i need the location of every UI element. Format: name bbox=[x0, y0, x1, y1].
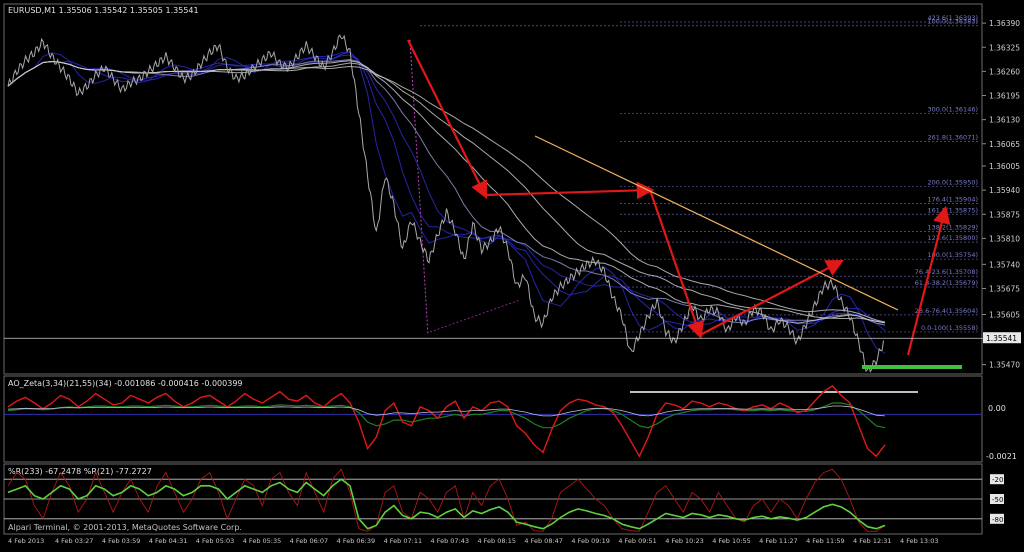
wpr-level-label: -20 bbox=[992, 476, 1003, 484]
x-tick-label: 4 Feb 05:35 bbox=[243, 537, 282, 545]
x-tick-label: 4 Feb 11:27 bbox=[759, 537, 798, 545]
fibo-label: 61.8-38.2(1.35679) bbox=[915, 279, 978, 287]
ao-title: AO_Zeta(3,34)(21,55)(34) -0.001086 -0.00… bbox=[8, 379, 243, 388]
x-tick-label: 4 Feb 10:55 bbox=[712, 537, 751, 545]
x-tick-label: 4 Feb 07:43 bbox=[431, 537, 470, 545]
fibo-label: 176.4(1.35904) bbox=[927, 196, 978, 204]
y-tick-label: 1.36390 bbox=[989, 19, 1020, 28]
ao-min-label: -0.0021 bbox=[986, 452, 1017, 461]
fibo-label: 200.0(1.35950) bbox=[927, 178, 978, 186]
y-tick-label: 1.36260 bbox=[989, 67, 1020, 76]
x-tick-label: 4 Feb 09:51 bbox=[618, 537, 657, 545]
x-axis-ticks: 4 Feb 2013 4 Feb 03:27 4 Feb 03:59 4 Feb 04… bbox=[8, 537, 939, 545]
trend-arrow bbox=[484, 181, 655, 200]
wpr-fast-line bbox=[7, 468, 886, 532]
ao-line bbox=[7, 384, 886, 458]
fibo-label: 23.6-76.4(1.35604) bbox=[915, 307, 978, 315]
y-tick-label: 1.35740 bbox=[989, 260, 1020, 269]
y-tick-label: 1.35675 bbox=[989, 284, 1020, 293]
y-tick-label: 1.36195 bbox=[989, 92, 1020, 101]
x-tick-label: 4 Feb 05:03 bbox=[196, 537, 235, 545]
y-tick-label: 1.35875 bbox=[989, 210, 1020, 219]
x-tick-label: 4 Feb 06:07 bbox=[290, 537, 329, 545]
main-title: EURUSD,M1 1.35506 1.35542 1.35505 1.3554… bbox=[8, 6, 199, 15]
moving-average-line bbox=[7, 54, 886, 326]
fibo-grid: 100.0(1.36383)423.6(1.36393)300.0(1.3614… bbox=[409, 14, 980, 336]
trend-arrow bbox=[699, 259, 844, 336]
fibo-label: 261.8(1.36071) bbox=[927, 134, 978, 142]
fibo-label: 300.0(1.36146) bbox=[927, 106, 978, 114]
resistance-trendline bbox=[534, 135, 899, 311]
current-price-label: 1.35541 bbox=[986, 334, 1017, 343]
x-tick-label: 4 Feb 10:23 bbox=[665, 537, 704, 545]
y-tick-label: 1.35470 bbox=[989, 361, 1020, 370]
wpr-indicator: -20 -50 -80 bbox=[4, 468, 1004, 532]
wpr-title: %R(233) -67.2478 %R(21) -77.2727 bbox=[8, 467, 152, 476]
vertical-dotted-line bbox=[409, 39, 429, 336]
y-tick-label: 1.36325 bbox=[989, 43, 1020, 52]
y-tick-label: 1.35605 bbox=[989, 310, 1020, 319]
x-tick-label: 4 Feb 12:31 bbox=[853, 537, 892, 545]
y-tick-label: 1.36130 bbox=[989, 116, 1020, 125]
wpr-level-label: -50 bbox=[992, 496, 1003, 504]
moving-average-line bbox=[7, 60, 886, 323]
moving-average-line bbox=[7, 60, 886, 324]
wpr-level-label: -80 bbox=[992, 516, 1003, 524]
x-tick-label: 4 Feb 07:11 bbox=[384, 537, 423, 545]
ao-indicator bbox=[4, 384, 982, 458]
fibo-label: 423.6(1.36393) bbox=[927, 14, 978, 22]
moving-average-line bbox=[7, 60, 886, 324]
y-tick-label: 1.35940 bbox=[989, 186, 1020, 195]
x-tick-label: 4 Feb 03:27 bbox=[55, 537, 94, 545]
fibo-label: 138.2(1.35829) bbox=[927, 223, 978, 231]
x-tick-label: 4 Feb 2013 bbox=[8, 537, 44, 545]
fibo-label: 123.6(1.35800) bbox=[927, 234, 978, 242]
x-tick-label: 4 Feb 03:59 bbox=[102, 537, 141, 545]
fibo-baseline bbox=[429, 299, 521, 333]
copyright-text: Alpari Terminal, © 2001-2013, MetaQuotes… bbox=[8, 523, 242, 532]
y-tick-label: 1.36005 bbox=[989, 162, 1020, 171]
x-tick-label: 4 Feb 08:47 bbox=[524, 537, 563, 545]
x-tick-label: 4 Feb 08:15 bbox=[477, 537, 516, 545]
fibo-label: 161.8(1.35875) bbox=[927, 206, 978, 214]
ao-zero-label: 0.00 bbox=[988, 404, 1006, 413]
chart-svg: EURUSD,M1 1.35506 1.35542 1.35505 1.3554… bbox=[3, 3, 1021, 545]
moving-average-line bbox=[7, 51, 886, 331]
y-tick-label: 1.36065 bbox=[989, 140, 1020, 149]
trend-arrow bbox=[407, 39, 488, 199]
x-tick-label: 4 Feb 06:39 bbox=[337, 537, 376, 545]
wpr-slow-line bbox=[7, 478, 886, 530]
x-tick-label: 4 Feb 09:19 bbox=[571, 537, 610, 545]
fibo-label: 76.4-23.6(1.35708) bbox=[915, 268, 978, 276]
x-tick-label: 4 Feb 11:59 bbox=[806, 537, 845, 545]
moving-average-line bbox=[7, 58, 886, 326]
x-tick-label: 4 Feb 13:03 bbox=[900, 537, 939, 545]
x-tick-label: 4 Feb 04:31 bbox=[149, 537, 188, 545]
fibo-label: 0.0-100(1.35558) bbox=[921, 324, 978, 332]
chart-root: EURUSD,M1 1.35506 1.35542 1.35505 1.3554… bbox=[0, 0, 1024, 548]
y-tick-label: 1.35810 bbox=[989, 234, 1020, 243]
